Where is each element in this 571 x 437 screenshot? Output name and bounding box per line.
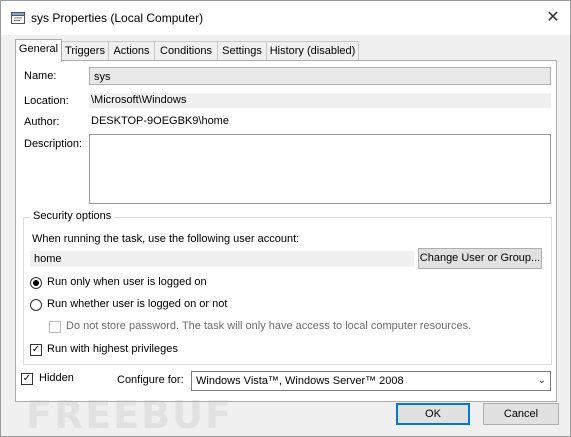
run-logged-on-label[interactable]: Run only when user is logged on bbox=[47, 276, 207, 288]
properties-window: sys Properties (Local Computer) ✕ Genera… bbox=[0, 0, 571, 437]
security-options-group: Security options When running the task, … bbox=[23, 210, 552, 365]
ok-button[interactable]: OK bbox=[396, 403, 470, 425]
description-field[interactable] bbox=[89, 134, 551, 204]
configure-for-select[interactable]: Windows Vista™, Windows Server™ 2008 ⌄ bbox=[191, 371, 551, 391]
chevron-down-icon: ⌄ bbox=[537, 375, 546, 386]
tab-history[interactable]: History (disabled) bbox=[266, 41, 359, 61]
general-panel: Name: sys Location: \Microsoft\Windows A… bbox=[15, 60, 557, 402]
run-logged-on-radio[interactable] bbox=[30, 277, 42, 289]
close-icon: ✕ bbox=[546, 9, 560, 26]
tab-triggers[interactable]: Triggers bbox=[61, 41, 109, 61]
location-value: \Microsoft\Windows bbox=[89, 93, 551, 108]
tab-conditions[interactable]: Conditions bbox=[154, 41, 218, 61]
location-label: Location: bbox=[24, 95, 69, 107]
hidden-label[interactable]: Hidden bbox=[39, 372, 74, 384]
configure-for-value: Windows Vista™, Windows Server™ 2008 bbox=[196, 375, 404, 387]
description-label: Description: bbox=[24, 138, 83, 150]
security-options-title: Security options bbox=[30, 210, 115, 222]
change-user-button[interactable]: Change User or Group... bbox=[418, 248, 542, 269]
window-title: sys Properties (Local Computer) bbox=[31, 11, 204, 25]
task-icon bbox=[11, 12, 25, 24]
user-account-value: home bbox=[30, 251, 414, 267]
radio-selected-dot bbox=[33, 280, 39, 286]
name-label: Name: bbox=[24, 70, 57, 82]
no-store-password-checkbox[interactable] bbox=[49, 321, 61, 333]
close-button[interactable]: ✕ bbox=[541, 8, 565, 28]
cancel-button[interactable]: Cancel bbox=[483, 403, 559, 425]
no-store-password-label: Do not store password. The task will onl… bbox=[66, 320, 472, 332]
run-whether-radio[interactable] bbox=[30, 299, 42, 311]
author-label: Author: bbox=[24, 116, 60, 128]
hidden-checkbox[interactable]: ✓ bbox=[21, 373, 33, 385]
highest-privileges-label[interactable]: Run with highest privileges bbox=[47, 343, 178, 355]
watermark: FREEBUF bbox=[26, 393, 233, 437]
checkmark-icon: ✓ bbox=[22, 373, 32, 384]
tab-settings[interactable]: Settings bbox=[217, 41, 267, 61]
configure-for-label: Configure for: bbox=[117, 374, 184, 386]
title-bar: sys Properties (Local Computer) ✕ bbox=[1, 1, 570, 35]
checkmark-icon: ✓ bbox=[31, 344, 41, 355]
run-whether-label[interactable]: Run whether user is logged on or not bbox=[47, 298, 227, 310]
highest-privileges-checkbox[interactable]: ✓ bbox=[30, 344, 42, 356]
account-prompt: When running the task, use the following… bbox=[32, 233, 300, 245]
tab-general[interactable]: General bbox=[15, 39, 62, 62]
author-value: DESKTOP-9OEGBK9\home bbox=[89, 114, 291, 129]
tab-actions[interactable]: Actions bbox=[108, 41, 155, 61]
name-field[interactable]: sys bbox=[89, 67, 551, 85]
